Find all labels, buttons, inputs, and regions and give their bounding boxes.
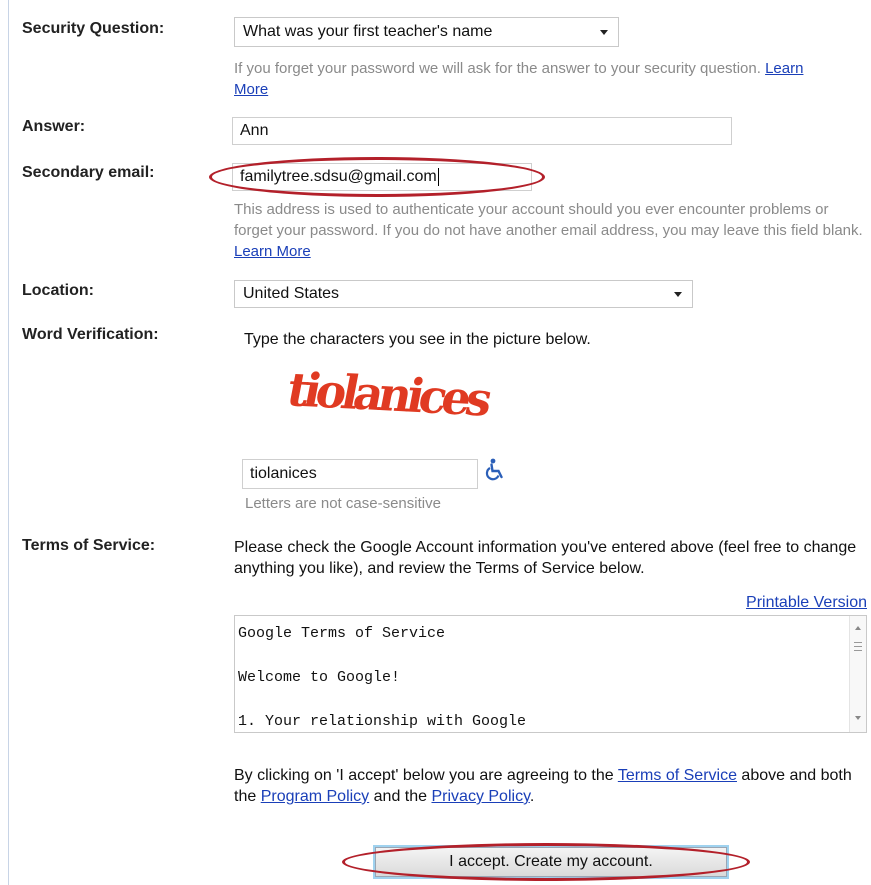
captcha-value: tiolanices: [250, 465, 317, 482]
location-select[interactable]: United States: [234, 280, 693, 308]
location-label: Location:: [22, 282, 94, 299]
email-learn-more-link[interactable]: Learn More: [234, 243, 311, 260]
word-verification-label: Word Verification:: [22, 326, 159, 343]
answer-input[interactable]: Ann: [232, 117, 732, 145]
wheelchair-icon[interactable]: [485, 458, 505, 482]
printable-version-link[interactable]: Printable Version: [746, 594, 867, 612]
text-cursor: [437, 168, 439, 186]
security-question-help: If you forget your password we will ask …: [234, 60, 804, 98]
scroll-up-icon[interactable]: [855, 626, 861, 630]
scroll-thumb[interactable]: [854, 642, 862, 651]
captcha-image: tiolanices: [282, 362, 493, 427]
terms-text: Google Terms of Service Welcome to Googl…: [238, 625, 527, 730]
security-question-select[interactable]: What was your first teacher's name: [234, 17, 619, 47]
terms-textbox[interactable]: Google Terms of Service Welcome to Googl…: [234, 615, 867, 733]
chevron-down-icon: [674, 291, 682, 297]
accept-create-account-button[interactable]: I accept. Create my account.: [375, 847, 727, 877]
terms-agreement: By clicking on 'I accept' below you are …: [234, 767, 852, 805]
security-question-label: Security Question:: [22, 20, 165, 37]
secondary-email-input[interactable]: familytree.sdsu@gmail.com: [232, 163, 532, 191]
location-value: United States: [243, 285, 340, 302]
captcha-note: Letters are not case-sensitive: [245, 495, 441, 512]
terms-of-service-link[interactable]: Terms of Service: [618, 767, 737, 784]
program-policy-link[interactable]: Program Policy: [261, 788, 369, 805]
captcha-input[interactable]: tiolanices: [242, 459, 478, 489]
privacy-policy-link[interactable]: Privacy Policy: [431, 788, 529, 805]
terms-scrollbar[interactable]: [849, 616, 866, 732]
secondary-email-help: This address is used to authenticate you…: [234, 201, 863, 260]
left-border: [8, 0, 9, 885]
security-question-value: What was your first teacher's name: [243, 23, 493, 40]
secondary-email-label: Secondary email:: [22, 164, 155, 181]
scroll-down-icon[interactable]: [855, 716, 861, 720]
chevron-down-icon: [600, 29, 608, 35]
word-verification-instruction: Type the characters you see in the pictu…: [244, 331, 591, 348]
terms-intro: Please check the Google Account informat…: [234, 539, 857, 577]
answer-value: Ann: [240, 122, 269, 139]
secondary-email-value: familytree.sdsu@gmail.com: [240, 168, 437, 185]
answer-label: Answer:: [22, 118, 86, 135]
terms-label: Terms of Service:: [22, 537, 156, 554]
